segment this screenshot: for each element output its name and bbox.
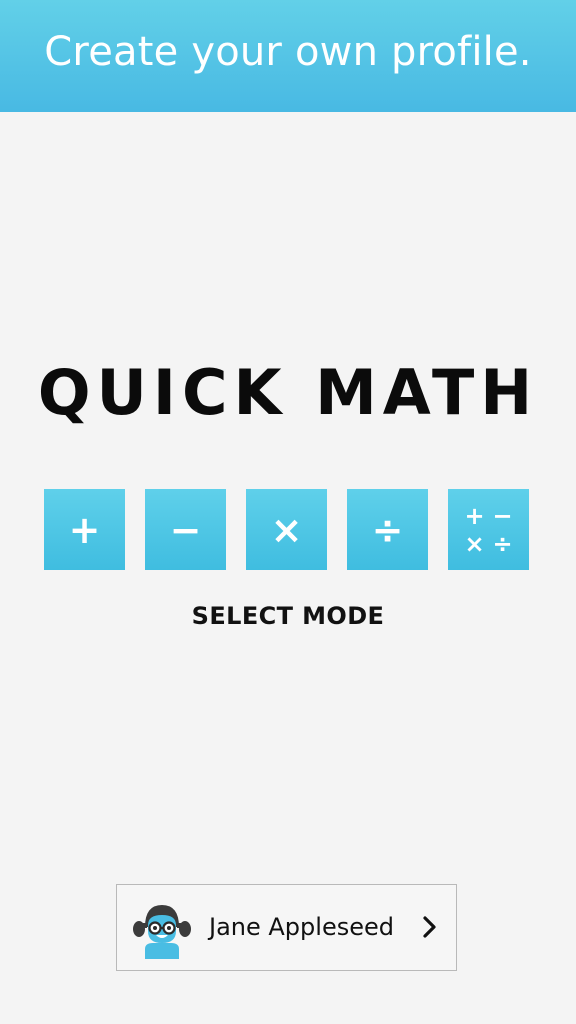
minus-icon: −	[169, 507, 202, 552]
divide-icon: ÷	[492, 529, 513, 558]
promo-banner-text: Create your own profile.	[44, 29, 532, 75]
multiply-icon: ×	[270, 507, 303, 552]
divide-icon: ÷	[371, 507, 404, 552]
mode-multiplication-button[interactable]: ×	[246, 489, 327, 570]
multiply-icon: ×	[464, 529, 485, 558]
plus-icon: +	[68, 507, 101, 552]
mode-division-button[interactable]: ÷	[347, 489, 428, 570]
mode-selector: + − × ÷ + − × ÷	[44, 489, 529, 570]
mode-subtraction-button[interactable]: −	[145, 489, 226, 570]
promo-banner[interactable]: Create your own profile.	[0, 0, 576, 112]
plus-icon: +	[464, 501, 485, 530]
girl-with-glasses-avatar-icon	[133, 905, 191, 959]
minus-icon: −	[492, 501, 513, 530]
profile-button[interactable]: Jane Appleseed	[116, 884, 457, 971]
mixed-operations-icon: + − × ÷	[461, 502, 517, 558]
chevron-right-icon	[423, 916, 436, 938]
app-title: QUICK MATH	[37, 356, 539, 429]
mode-addition-button[interactable]: +	[44, 489, 125, 570]
mode-mixed-button[interactable]: + − × ÷	[448, 489, 529, 570]
profile-name: Jane Appleseed	[209, 913, 394, 941]
select-mode-label: SELECT MODE	[191, 602, 385, 630]
